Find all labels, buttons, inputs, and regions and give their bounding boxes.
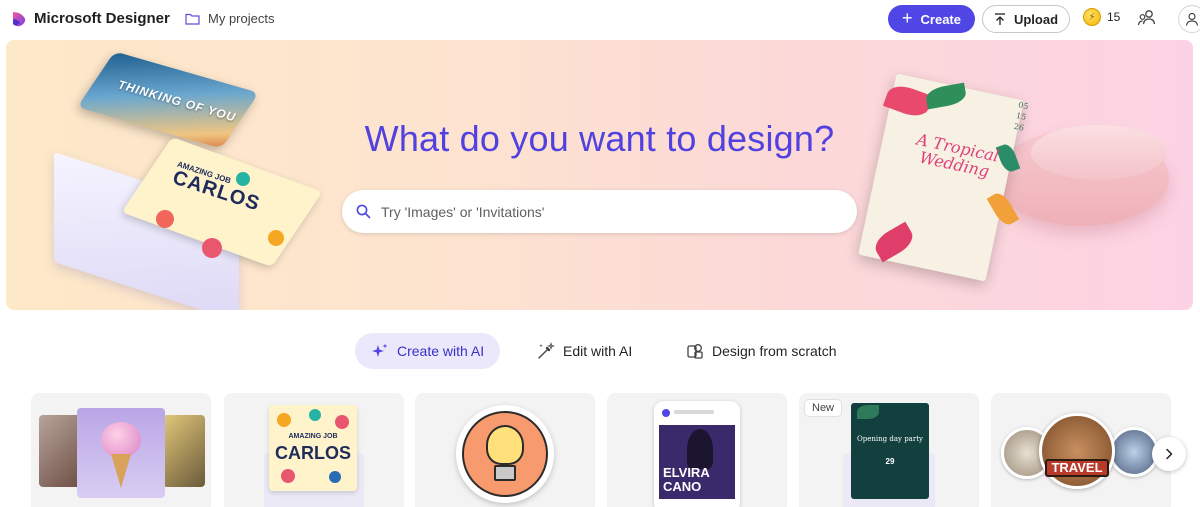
opening-day-text: Opening day party [857,435,923,443]
plus-icon: + [902,8,913,28]
decor-dot [268,230,284,246]
ice-cream-scoop [101,422,141,458]
my-projects-label: My projects [208,11,275,26]
elvira-text: ELVIRA [663,465,710,480]
create-button-label: Create [920,11,961,27]
template-card-social-post[interactable]: ELVIRA CANO [607,393,787,507]
template-card-travel-stickers[interactable]: TRAVEL [991,393,1171,507]
top-bar: Microsoft Designer My projects + Create … [0,0,1200,38]
chevron-right-icon [1166,448,1173,460]
hero-title: What do you want to design? [364,118,835,159]
carlos-text: CARLOS [275,443,351,463]
mode-tabs: Create with AI Edit with AI Design from … [0,333,1200,369]
share-people-icon[interactable] [1137,8,1157,28]
hero-banner: THINKING OF YOU AMAZING JOB CARLOS A Tro… [6,40,1193,310]
carousel-next-button[interactable] [1152,437,1186,471]
decor-dot [335,415,349,429]
decor-dot [329,471,341,483]
profile-button[interactable] [1178,5,1200,33]
post-image: ELVIRA CANO [659,425,735,499]
create-button[interactable]: + Create [888,5,975,33]
upload-button-label: Upload [1013,11,1059,27]
lightbulb-base [494,465,516,481]
decor-dot [236,172,250,186]
tab-edit-with-ai-label: Edit with AI [563,343,633,359]
phone-frame-image: ELVIRA CANO [654,401,740,507]
search-bar[interactable] [342,190,857,233]
tab-edit-with-ai[interactable]: Edit with AI [537,333,632,369]
opening-day-invite-image: Opening day party 29 [851,403,929,499]
new-badge: New [805,400,842,416]
ice-cream-image [77,408,165,498]
boost-credits[interactable]: ⚡ 15 [1083,8,1120,26]
decor-dot [202,238,222,258]
carlos-card-image: AMAZING JOB CARLOS [269,405,357,491]
lightbulb-sticker-image [456,405,554,503]
template-card-greeting[interactable]: AMAZING JOB CARLOS [224,393,404,507]
invite-day-text: 29 [885,457,895,466]
sparkle-icon [372,343,388,357]
designer-logo-icon [13,12,26,27]
tab-create-with-ai-label: Create with AI [397,343,485,359]
leaf-decor [857,405,879,419]
boost-coin-icon: ⚡ [1083,8,1101,26]
thumb-left-image [39,415,81,487]
post-header-bar [674,410,714,414]
decor-dot [309,409,321,421]
decor-dot [277,413,291,427]
thumb-right-image [163,415,205,487]
portrait-figure [687,429,713,469]
credits-count: 15 [1107,10,1121,24]
template-carousel: AMAZING JOB CARLOS ELVIRA CANO Opening d… [0,393,1200,507]
tab-create-with-ai[interactable]: Create with AI [355,333,501,369]
app-title: Microsoft Designer [34,10,170,27]
lightbulb-glass [486,425,524,465]
decor-dot [281,469,295,483]
tab-design-from-scratch[interactable]: Design from scratch [686,333,836,369]
search-input[interactable] [381,203,821,220]
template-card-sticker[interactable] [415,393,595,507]
travel-sticker-image [1039,413,1115,489]
my-projects-link[interactable]: My projects [185,11,274,26]
design-shapes-icon [687,344,703,359]
travel-text: TRAVEL [1045,459,1109,477]
post-avatar [662,409,670,417]
tab-design-from-scratch-label: Design from scratch [712,343,837,359]
upload-icon [994,12,1005,25]
decor-dot [156,210,174,228]
cano-text: CANO [663,479,702,494]
folder-icon [185,13,200,25]
person-icon [1185,12,1199,26]
amazing-job-text: AMAZING JOB [288,433,338,440]
magic-wand-icon [538,342,555,359]
template-card-invitation[interactable]: Opening day party 29 New [799,393,979,507]
upload-button[interactable]: Upload [982,5,1070,33]
search-icon [356,204,371,219]
ice-cream-cone [111,454,131,488]
template-card-images[interactable] [31,393,211,507]
